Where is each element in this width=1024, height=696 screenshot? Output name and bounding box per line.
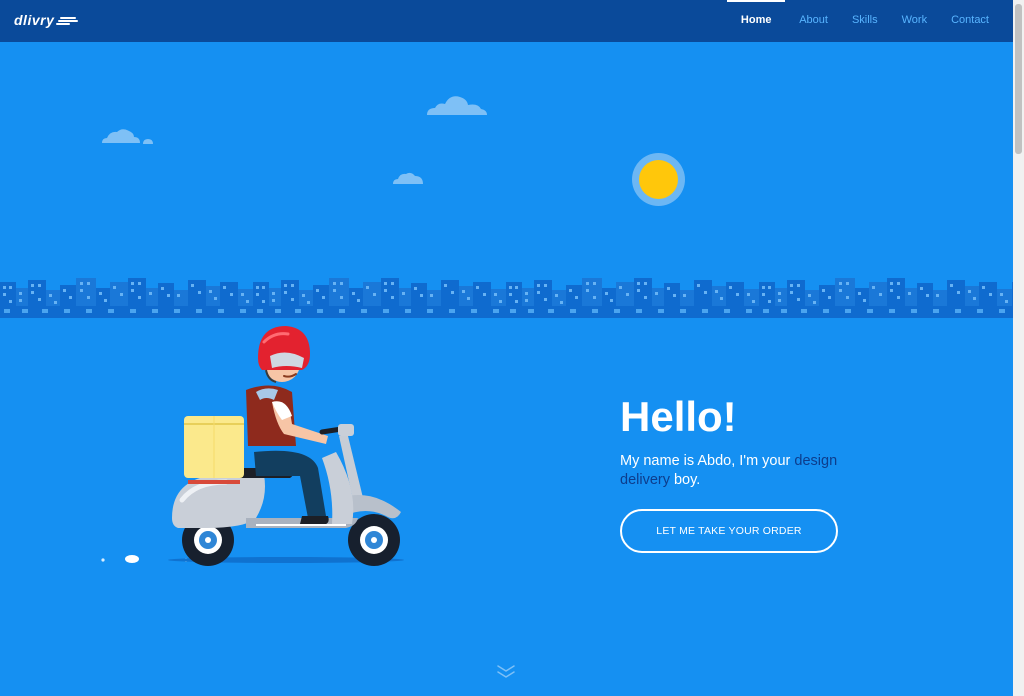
- brand-logo[interactable]: dlivry: [14, 12, 79, 28]
- sun-icon: [639, 160, 678, 199]
- brand-logo-text: dlivry: [14, 12, 55, 28]
- cloud-icon: [102, 129, 140, 143]
- cloud-icon: [143, 139, 153, 144]
- city-skyline: [0, 276, 1013, 318]
- hero-subtitle-end: boy.: [669, 472, 701, 488]
- nav-item-home[interactable]: Home: [727, 0, 786, 42]
- page: dlivry Home About Skills Work Contact He…: [0, 0, 1013, 696]
- hero-title: Hello!: [620, 393, 737, 440]
- nav-item-contact[interactable]: Contact: [939, 0, 1013, 42]
- nav-item-work[interactable]: Work: [890, 0, 939, 42]
- hero-subtitle-text: My name is Abdo, I'm your: [620, 453, 795, 469]
- cloud-icon: [393, 172, 423, 184]
- scrollbar-thumb[interactable]: [1015, 4, 1022, 154]
- main-nav: Home About Skills Work Contact: [727, 0, 1013, 42]
- nav-item-skills[interactable]: Skills: [840, 0, 890, 42]
- chevron-down-icon[interactable]: [496, 664, 516, 680]
- page-scrollbar[interactable]: [1013, 0, 1024, 696]
- delivery-scooter-illustration: [101, 326, 404, 566]
- hero-subtitle: My name is Abdo, I'm your design deliver…: [620, 452, 840, 490]
- take-order-button[interactable]: LET ME TAKE YOUR ORDER: [620, 509, 838, 553]
- top-navbar: dlivry Home About Skills Work Contact: [0, 0, 1013, 42]
- speed-lines-icon: [56, 15, 79, 25]
- nav-item-about[interactable]: About: [787, 0, 840, 42]
- cloud-icon: [427, 96, 487, 115]
